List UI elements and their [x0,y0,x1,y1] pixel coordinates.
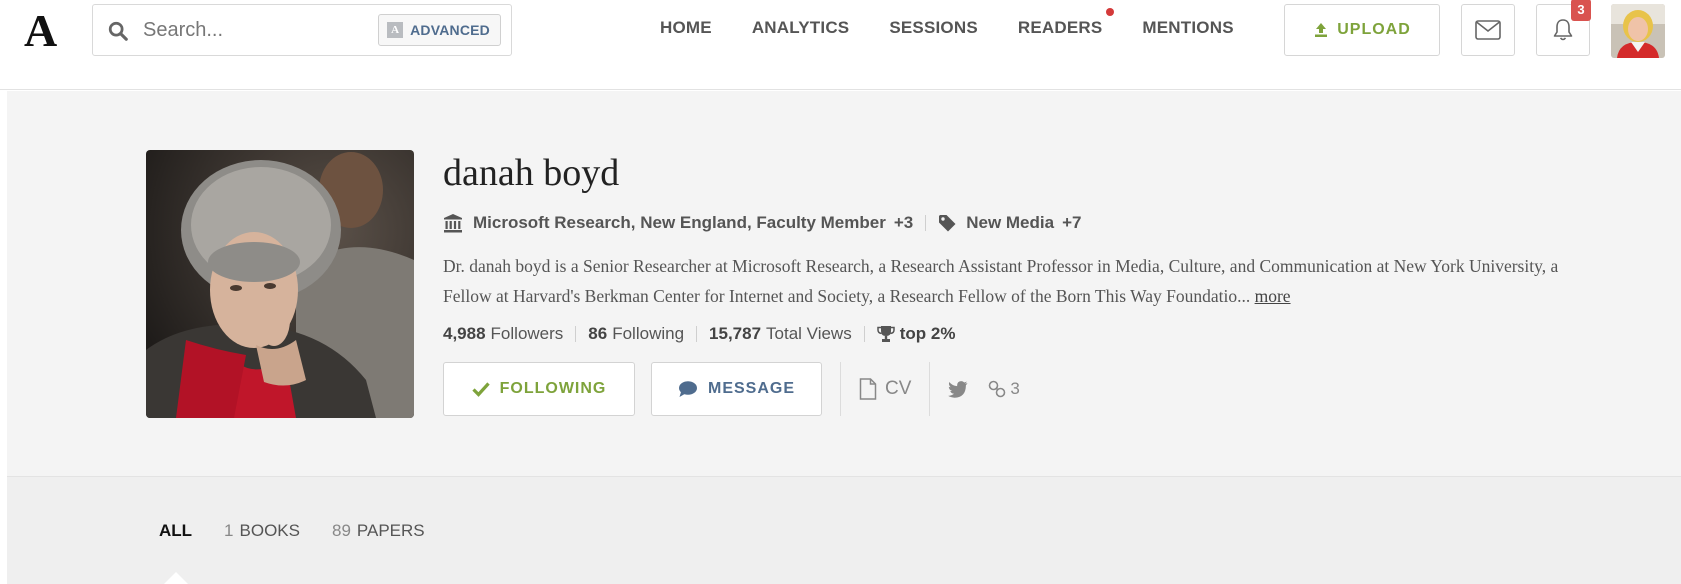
profile-name: danah boyd [443,152,620,194]
upload-label: UPLOAD [1337,21,1411,38]
top-bar: A A ADVANCED HOME ANALYTICS SESSIONS REA… [0,0,1681,90]
search-input[interactable] [143,13,383,47]
search-icon [108,21,128,41]
notifications-button[interactable]: 3 [1536,0,1591,56]
profile-photo [146,150,414,418]
institution-icon [444,214,462,233]
active-tab-pointer [163,572,189,584]
following-button[interactable]: FOLLOWING [443,362,635,416]
stats-divider [575,326,577,342]
bio-more-link[interactable]: more [1255,286,1291,306]
document-icon [859,378,877,400]
profile-meta: Microsoft Research, New England, Faculty… [443,213,1081,233]
trophy-icon [876,326,895,342]
interest-link[interactable]: New Media [966,213,1054,233]
links-count: 3 [1010,379,1020,398]
twitter-icon[interactable] [948,380,968,398]
followers-stat[interactable]: 4,988 Followers [443,324,563,344]
advanced-search-button[interactable]: A ADVANCED [378,14,501,46]
nav-sessions[interactable]: SESSIONS [889,18,978,38]
avatar-image [1611,4,1665,58]
search-box: A ADVANCED [92,4,512,56]
meta-divider [925,215,927,231]
actions-divider [929,362,931,416]
cv-link[interactable]: CV [859,378,911,400]
profile-actions: FOLLOWING MESSAGE CV 3 [443,361,1020,417]
messages-button[interactable] [1461,4,1515,56]
affiliation-more[interactable]: +3 [894,213,913,233]
interest-more[interactable]: +7 [1062,213,1081,233]
upload-button[interactable]: UPLOAD [1284,4,1440,56]
profile-header: danah boyd Microsoft Research, New Engla… [7,91,1681,477]
bio-text: Dr. danah boyd is a Senior Researcher at… [443,256,1559,306]
tab-papers[interactable]: 89 PAPERS [332,521,425,541]
content-tabs: ALL 1 BOOKS 89 PAPERS [159,521,425,541]
actions-divider [840,362,841,416]
new-activity-dot [1106,8,1115,16]
message-label: MESSAGE [707,380,795,397]
stats-divider [863,326,865,342]
profile-stats: 4,988 Followers 86 Following 15,787 Total V… [443,324,960,344]
message-button[interactable]: MESSAGE [651,362,822,416]
upload-icon [1315,23,1328,37]
stats-divider [696,326,698,342]
nav-home[interactable]: HOME [660,18,712,38]
bell-icon [1553,19,1573,41]
nav-mentions[interactable]: MENTIONS [1142,18,1233,38]
content-tabs-band: ALL 1 BOOKS 89 PAPERS [7,477,1681,584]
tab-all[interactable]: ALL [159,521,192,541]
check-icon [471,382,490,397]
views-stat: 15,787 Total Views [709,324,852,343]
social-links: 3 [948,379,1020,399]
nav-readers[interactable]: READERS [1017,8,1115,38]
notification-badge: 3 [1571,0,1591,21]
affiliation-link[interactable]: Microsoft Research, New England, Faculty… [473,213,886,233]
tab-books[interactable]: 1 BOOKS [224,521,300,541]
tag-icon [939,214,956,231]
academia-small-icon: A [387,22,404,38]
nav-analytics[interactable]: ANALYTICS [752,18,850,38]
following-label: FOLLOWING [499,380,607,397]
following-stat[interactable]: 86 Following [588,324,684,344]
external-links[interactable]: 3 [988,379,1020,399]
advanced-label: ADVANCED [410,22,490,38]
academia-logo[interactable]: A [24,8,57,54]
link-icon [989,380,1006,398]
nav-readers-label: READERS [1017,18,1103,37]
cv-label: CV [885,378,912,399]
mail-icon [1475,20,1501,40]
rank-badge: top 2% [899,324,956,343]
chat-bubble-icon [678,381,697,397]
main-nav: HOME ANALYTICS SESSIONS READERS MENTIONS [660,8,1274,38]
profile-photo-image [146,150,414,418]
profile-bio: Dr. danah boyd is a Senior Researcher at… [443,251,1573,311]
user-avatar[interactable] [1611,4,1665,58]
